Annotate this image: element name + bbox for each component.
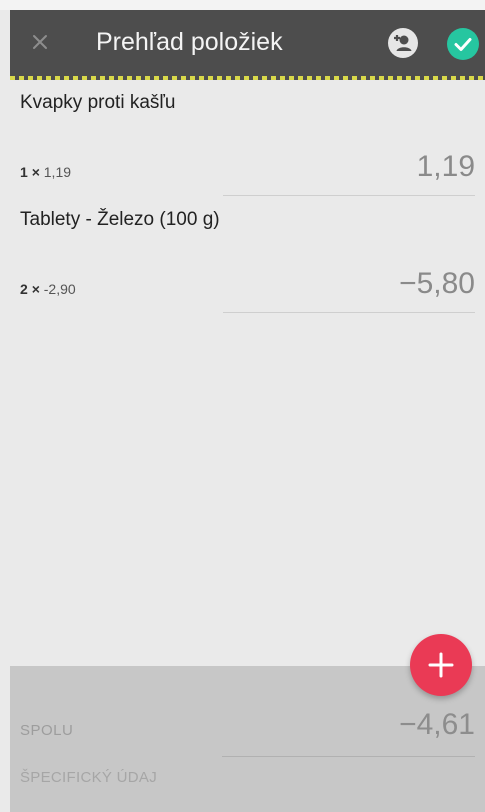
total-value: −4,61 xyxy=(399,708,475,741)
item-unit-price: 1,19 xyxy=(43,164,72,180)
item-quantity-price: 2 × -2,90 xyxy=(20,281,76,297)
add-item-button[interactable] xyxy=(410,634,472,696)
item-name: Kvapky proti kašľu xyxy=(20,92,176,113)
item-unit-price: -2,90 xyxy=(43,281,76,297)
divider xyxy=(223,195,475,196)
item-name: Tablety - Železo (100 g) xyxy=(20,209,220,230)
total-label: SPOLU xyxy=(20,722,74,739)
add-person-icon[interactable] xyxy=(387,27,419,59)
divider xyxy=(223,312,475,313)
items-list: Kvapky proti kašľu 1 × 1,19 1,19 Tablety… xyxy=(10,80,485,314)
specific-data-field[interactable]: ŠPECIFICKÝ ÚDAJ xyxy=(20,769,157,786)
screen: Prehľad položiek Kvapky proti kašľu 1 × … xyxy=(0,0,485,812)
item-quantity-price: 1 × 1,19 xyxy=(20,164,71,180)
plus-icon xyxy=(428,652,454,678)
check-icon[interactable] xyxy=(447,28,479,60)
status-strip xyxy=(0,0,485,10)
item-total: −5,80 xyxy=(399,267,475,300)
app-bar: Prehľad položiek xyxy=(10,10,485,80)
list-item[interactable]: Tablety - Železo (100 g) 2 × -2,90 −5,80 xyxy=(10,197,485,314)
item-quantity: 2 xyxy=(20,281,28,297)
item-total: 1,19 xyxy=(416,150,475,183)
times-sign: × xyxy=(31,164,40,180)
close-icon[interactable] xyxy=(28,30,52,54)
item-quantity: 1 xyxy=(20,164,28,180)
divider xyxy=(222,756,475,757)
list-item[interactable]: Kvapky proti kašľu 1 × 1,19 1,19 xyxy=(10,80,485,197)
times-sign: × xyxy=(31,281,40,297)
page-title: Prehľad položiek xyxy=(96,28,283,56)
totals-footer: SPOLU −4,61 ŠPECIFICKÝ ÚDAJ xyxy=(10,666,485,812)
